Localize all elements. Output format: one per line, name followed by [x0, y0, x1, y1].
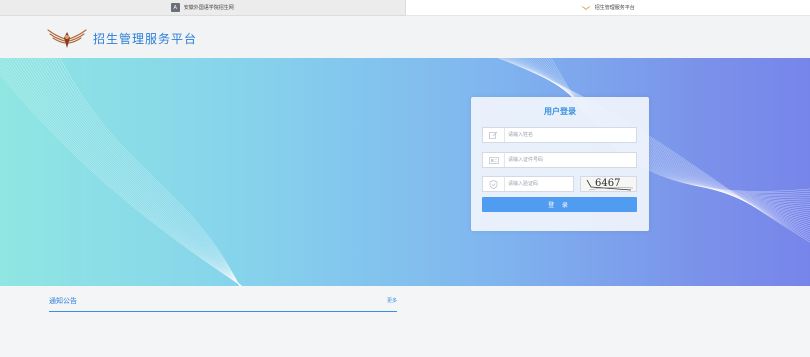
id-number-field — [482, 152, 637, 168]
name-field — [482, 127, 637, 143]
login-button[interactable]: 登 录 — [482, 197, 637, 212]
name-input[interactable] — [508, 129, 628, 141]
notice-title: 通知公告 — [49, 297, 77, 305]
wave-lines-decoration — [0, 58, 810, 286]
id-card-icon — [483, 153, 505, 167]
browser-tab-service-platform[interactable]: 招生管理服务平台 — [405, 0, 810, 16]
tab-label: 招生管理服务平台 — [594, 5, 635, 11]
hero-banner — [0, 58, 810, 286]
letter-a-icon: A — [170, 3, 180, 12]
notice-section: 通知公告 更多 — [49, 295, 397, 312]
browser-tab-strip: A 安徽外国语学院招生网 招生管理服务平台 — [0, 0, 810, 16]
site-header: 招生管理服务平台 — [0, 17, 810, 58]
login-title: 用户登录 — [544, 107, 576, 116]
shield-icon — [483, 177, 505, 191]
notice-more-link[interactable]: 更多 — [387, 297, 397, 304]
captcha-image[interactable]: 6467 — [580, 176, 637, 192]
captcha-field — [482, 176, 574, 192]
browser-tab-admissions-site[interactable]: A 安徽外国语学院招生网 — [0, 0, 406, 16]
wing-logo-icon — [580, 5, 591, 10]
captcha-input[interactable] — [508, 178, 572, 190]
id-number-input[interactable] — [508, 154, 628, 166]
captcha-code: 6467 — [595, 178, 621, 189]
login-panel: 用户登录 6467 登 录 — [471, 97, 649, 231]
edit-icon — [483, 128, 505, 142]
tab-label: 安徽外国语学院招生网 — [183, 5, 234, 11]
wing-logo-icon — [47, 29, 87, 48]
site-title: 招生管理服务平台 — [93, 32, 198, 46]
